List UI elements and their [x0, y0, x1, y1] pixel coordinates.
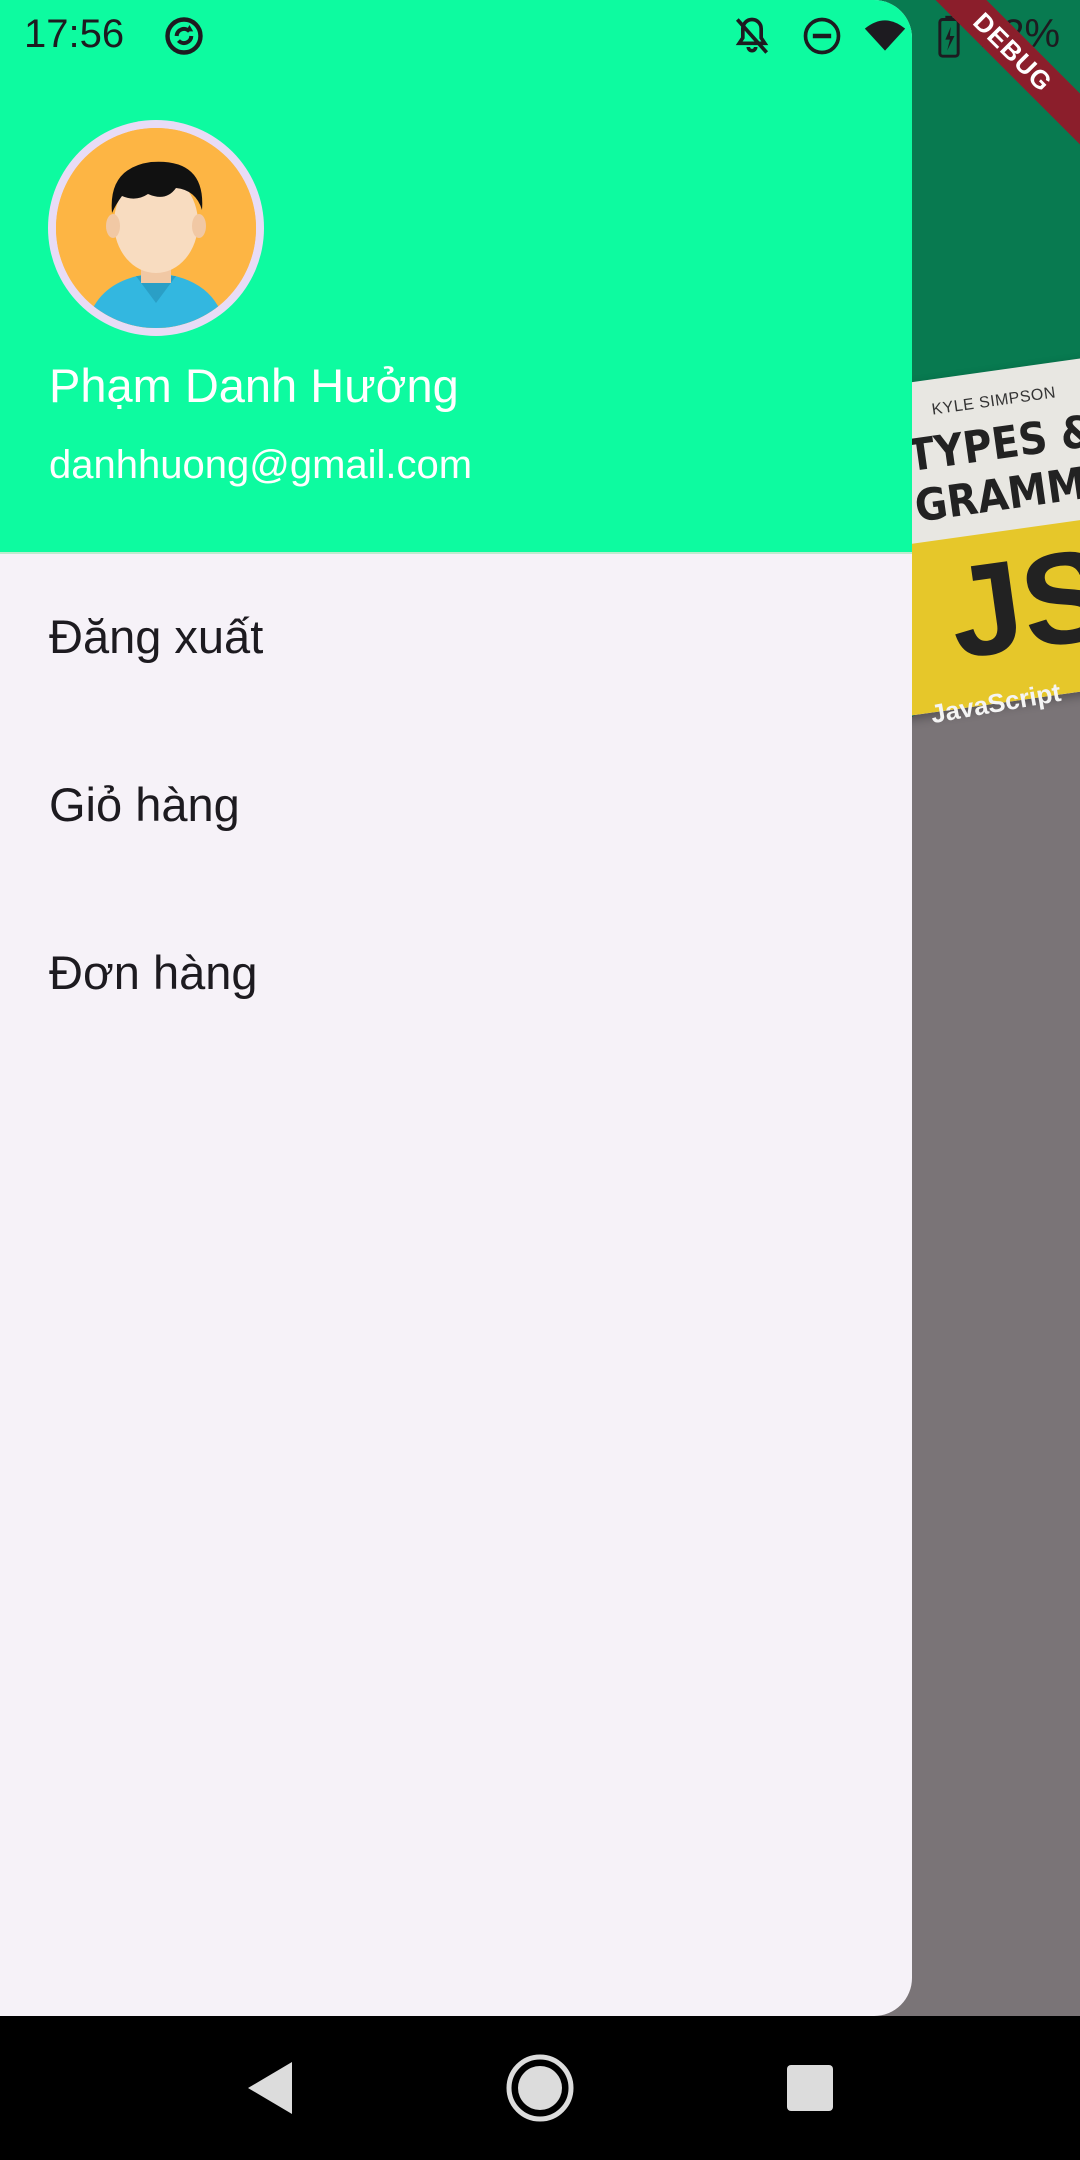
back-icon	[248, 2062, 292, 2114]
do-not-disturb-icon	[800, 14, 844, 63]
user-name: Phạm Danh Hưởng	[49, 359, 459, 412]
home-icon	[506, 2054, 574, 2122]
menu-item-cart[interactable]: Giỏ hàng	[0, 720, 912, 888]
user-email: danhhuong@gmail.com	[49, 443, 473, 487]
status-time: 17:56	[24, 12, 125, 56]
back-button[interactable]	[225, 2016, 315, 2160]
menu-item-logout[interactable]: Đăng xuất	[0, 552, 912, 720]
drawer-menu: Đăng xuất Giỏ hàng Đơn hàng	[0, 552, 912, 1056]
menu-item-label: Đăng xuất	[49, 609, 264, 663]
avatar-image	[56, 128, 256, 328]
user-avatar-icon	[56, 128, 256, 328]
recents-button[interactable]	[765, 2016, 855, 2160]
recents-icon	[787, 2065, 833, 2111]
menu-item-label: Đơn hàng	[49, 945, 258, 999]
system-nav-bar	[0, 2016, 1080, 2160]
bell-off-icon	[730, 14, 774, 63]
menu-item-orders[interactable]: Đơn hàng	[0, 888, 912, 1056]
wifi-icon	[862, 14, 908, 63]
status-bar: 17:56 22%	[0, 0, 1080, 72]
navigation-drawer: Phạm Danh Hưởng danhhuong@gmail.com Đăng…	[0, 0, 912, 2016]
avatar[interactable]	[48, 120, 264, 336]
drawer-header: Phạm Danh Hưởng danhhuong@gmail.com	[0, 0, 912, 554]
menu-item-label: Giỏ hàng	[49, 777, 240, 831]
home-button[interactable]	[495, 2016, 585, 2160]
sync-icon	[162, 14, 206, 63]
